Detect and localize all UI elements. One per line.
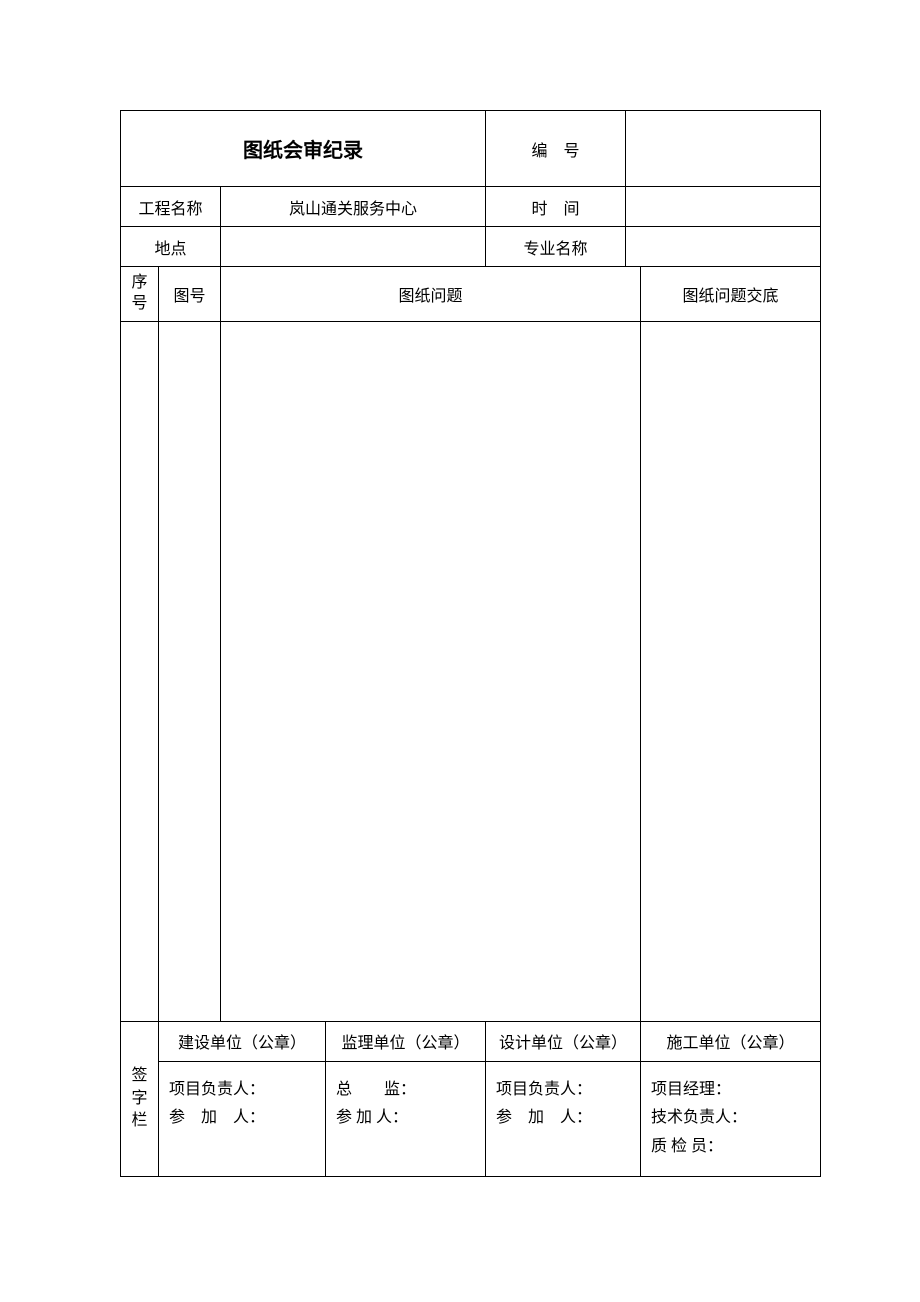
seq-header-text: 序号 <box>131 274 147 312</box>
drawing-no-header: 图号 <box>159 267 221 322</box>
construction-unit-header: 建设单位（公章） <box>159 1021 326 1061</box>
form-title: 图纸会审纪录 <box>121 111 486 187</box>
drawing-no-cell <box>159 321 221 1021</box>
contractor-line-2: 质 检 员： <box>651 1133 810 1162</box>
construction-line-1: 参 加 人： <box>169 1104 315 1133</box>
supervision-unit-body: 总 监： 参 加 人： <box>326 1061 486 1176</box>
signature-column-label: 签字栏 <box>121 1021 159 1176</box>
drawing-issue-disclosure-header: 图纸问题交底 <box>641 267 821 322</box>
drawing-issue-disclosure-cell <box>641 321 821 1021</box>
location-label: 地点 <box>121 227 221 267</box>
specialty-name-value <box>626 227 821 267</box>
seq-cell <box>121 321 159 1021</box>
drawing-issue-cell <box>221 321 641 1021</box>
location-value <box>221 227 486 267</box>
specialty-name-label: 专业名称 <box>486 227 626 267</box>
design-unit-body: 项目负责人： 参 加 人： <box>486 1061 641 1176</box>
project-name-value: 岚山通关服务中心 <box>221 187 486 227</box>
seq-header: 序号 <box>121 267 159 322</box>
supervision-line-1: 参 加 人： <box>336 1104 475 1133</box>
drawing-review-record-table: 图纸会审纪录 编 号 工程名称 岚山通关服务中心 时 间 地点 专业名称 序号 … <box>120 110 821 1177</box>
construction-line-0: 项目负责人： <box>169 1076 315 1105</box>
design-unit-header: 设计单位（公章） <box>486 1021 641 1061</box>
contractor-unit-body: 项目经理： 技术负责人： 质 检 员： <box>641 1061 821 1176</box>
design-line-0: 项目负责人： <box>496 1076 630 1105</box>
time-label: 时 间 <box>486 187 626 227</box>
design-line-1: 参 加 人： <box>496 1104 630 1133</box>
contractor-line-0: 项目经理： <box>651 1076 810 1105</box>
contractor-line-1: 技术负责人： <box>651 1104 810 1133</box>
construction-unit-body: 项目负责人： 参 加 人： <box>159 1061 326 1176</box>
supervision-unit-header: 监理单位（公章） <box>326 1021 486 1061</box>
contractor-unit-header: 施工单位（公章） <box>641 1021 821 1061</box>
serial-number-value <box>626 111 821 187</box>
project-name-label: 工程名称 <box>121 187 221 227</box>
signature-column-text: 签字栏 <box>132 1065 148 1132</box>
supervision-line-0: 总 监： <box>336 1076 475 1105</box>
drawing-issue-header: 图纸问题 <box>221 267 641 322</box>
serial-number-label: 编 号 <box>486 111 626 187</box>
time-value <box>626 187 821 227</box>
